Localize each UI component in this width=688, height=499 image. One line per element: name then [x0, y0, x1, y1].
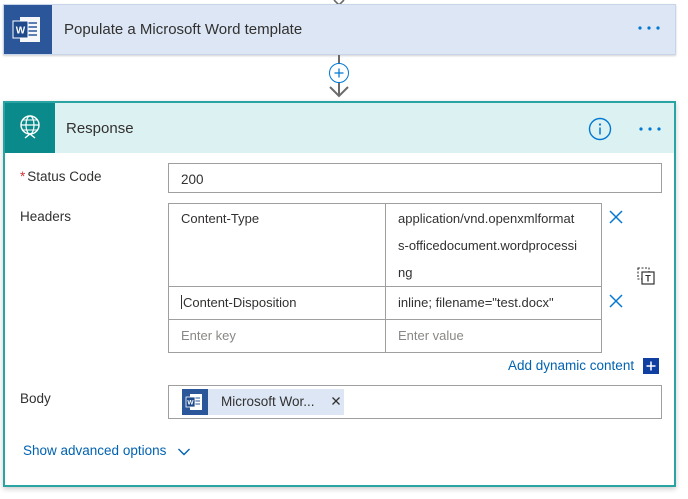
switch-to-text-mode-icon[interactable]: T	[635, 265, 657, 287]
response-title: Response	[66, 120, 134, 137]
headers-label: Headers	[20, 209, 72, 224]
header-key-field[interactable]: Content-Disposition	[181, 289, 296, 316]
body-input[interactable]: W Microsoft Wor...	[168, 385, 662, 419]
body-label: Body	[20, 391, 51, 406]
status-code-label: * Status Code	[20, 169, 102, 184]
svg-text:T: T	[645, 274, 651, 284]
show-advanced-options-link[interactable]: Show advanced options	[23, 443, 166, 458]
token-label: Microsoft Wor...	[221, 394, 315, 409]
plus-circle-icon[interactable]	[329, 63, 349, 83]
remove-token-icon[interactable]	[330, 395, 342, 407]
add-dynamic-content-link[interactable]: Add dynamic content	[508, 358, 634, 373]
more-dots-icon[interactable]	[636, 116, 664, 142]
info-icon[interactable]	[588, 117, 612, 141]
close-icon[interactable]	[608, 293, 624, 309]
required-mark: *	[20, 169, 26, 184]
header-key-field[interactable]: Content-Type	[181, 205, 259, 232]
more-dots-icon[interactable]	[635, 15, 663, 41]
svg-text:W: W	[187, 400, 194, 407]
word-icon: W	[182, 389, 208, 415]
close-icon[interactable]	[608, 209, 624, 225]
response-header[interactable]: Response	[5, 103, 674, 153]
globe-icon	[5, 103, 55, 153]
dynamic-content-token[interactable]: W Microsoft Wor...	[182, 389, 344, 415]
header-value-placeholder[interactable]: Enter value	[398, 322, 464, 349]
header-value-field[interactable]: inline; filename="test.docx"	[398, 289, 554, 316]
headers-table: Content-Type application/vnd.openxmlform…	[168, 203, 602, 353]
chevron-down-icon[interactable]	[177, 447, 191, 457]
svg-text:W: W	[16, 26, 26, 37]
response-action-card: Response * Status Code 200 Headers Conten…	[3, 101, 676, 487]
word-action-title: Populate a Microsoft Word template	[64, 21, 303, 38]
plus-square-icon[interactable]	[643, 358, 659, 374]
header-value-field[interactable]: application/vnd.openxmlformat s-officedo…	[398, 205, 598, 286]
header-key-placeholder[interactable]: Enter key	[181, 322, 236, 349]
word-action-card[interactable]: W Populate a Microsoft Word template	[3, 4, 676, 55]
arrow-down-icon	[329, 86, 349, 98]
status-code-input[interactable]: 200	[168, 163, 662, 193]
word-icon: W	[4, 5, 52, 54]
